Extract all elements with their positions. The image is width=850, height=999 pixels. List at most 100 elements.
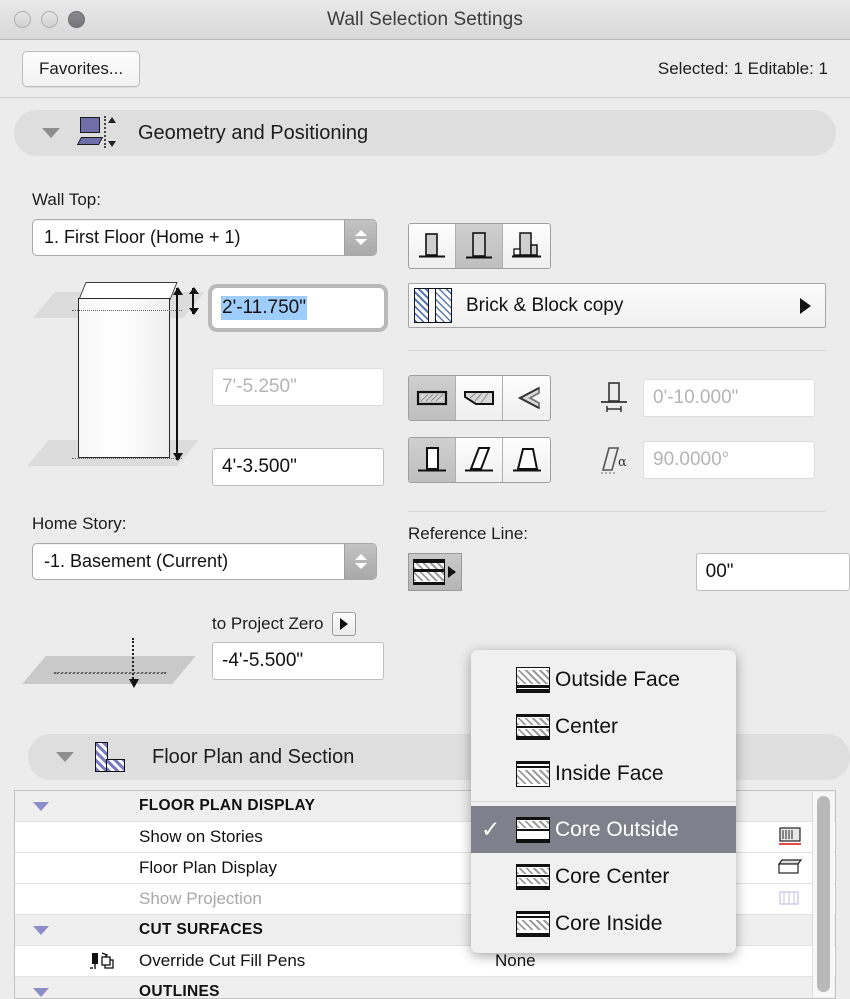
reference-line-offset-input[interactable]: 00" (695, 553, 850, 591)
table-group-row[interactable]: OUTLINES (15, 977, 835, 999)
slanted-wall-button[interactable] (456, 438, 503, 482)
reference-line-popup-arrow-icon[interactable] (448, 566, 457, 578)
cut-slanted-button[interactable] (456, 376, 503, 420)
wall-top-dropdown[interactable]: 1. First Floor (Home + 1) (32, 219, 377, 256)
menu-separator (471, 801, 736, 802)
reference-line-row: 00" (408, 553, 850, 591)
collapse-triangle-icon-2[interactable] (56, 752, 74, 762)
group-expand-icon[interactable] (33, 987, 49, 997)
core-outside-swatch-icon (516, 816, 550, 843)
wall-angle-input[interactable]: 90.0000° (643, 441, 815, 479)
menu-item-center[interactable]: Center (471, 703, 736, 750)
inside-face-swatch-icon (516, 760, 550, 787)
wall-thickness-input[interactable]: 0'-10.000" (643, 379, 815, 417)
geometry-section-header[interactable]: Geometry and Positioning (14, 110, 836, 156)
collapse-triangle-icon[interactable] (42, 128, 60, 138)
menu-item-label: Outside Face (555, 667, 680, 691)
menu-item-inside-face[interactable]: Inside Face (471, 750, 736, 797)
scrollbar-thumb[interactable] (817, 796, 830, 992)
pen-override-icon (67, 950, 139, 972)
polygon-wall-button[interactable] (503, 224, 550, 268)
zoom-button[interactable] (68, 11, 85, 28)
project-zero-value: -4'-5.500" (222, 650, 304, 671)
base-height-value: 4'-3.500" (222, 456, 297, 477)
window-controls (14, 11, 85, 28)
reference-line-group: Reference Line: 00" (408, 524, 850, 591)
menu-item-outside-face[interactable]: Outside Face (471, 656, 736, 703)
group-expand-icon[interactable] (33, 801, 49, 811)
geometry-left-column: Wall Top: 1. First Floor (Home + 1) 2'-1… (0, 190, 400, 702)
menu-item-core-outside[interactable]: ✓ Core Outside (471, 806, 736, 853)
favorites-button[interactable]: Favorites... (22, 50, 141, 87)
project-zero-label: to Project Zero (212, 614, 324, 633)
floor-plan-section-icon (92, 738, 130, 776)
composite-selector[interactable]: Brick & Block copy (408, 283, 826, 328)
window-title: Wall Selection Settings (327, 8, 523, 30)
straight-wall-button[interactable] (409, 224, 456, 268)
menu-items: Outside Face Center Inside Face ✓ Core Outsi… (471, 656, 736, 947)
reference-line-button[interactable] (408, 553, 462, 591)
menu-item-core-center[interactable]: Core Center (471, 853, 736, 900)
outside-face-swatch-icon (516, 666, 550, 693)
cut-plain-button[interactable] (409, 376, 456, 420)
minimize-button[interactable] (41, 11, 58, 28)
wall-height-group: 2'-11.750" 7'-5.250" 4'-3.500" (0, 270, 400, 510)
reference-line-label: Reference Line: (408, 524, 529, 543)
wall-angle-icon: α (593, 440, 635, 480)
table-scrollbar[interactable] (812, 792, 834, 997)
row-label: Override Cut Fill Pens (139, 951, 306, 970)
core-inside-swatch-icon (516, 910, 550, 937)
wall-type-button-group (408, 223, 551, 269)
row-label: CUT SURFACES (139, 921, 264, 938)
wall-selection-settings-window: Wall Selection Settings Favorites... Sel… (0, 0, 850, 999)
base-height-input[interactable]: 4'-3.500" (212, 448, 384, 486)
reference-line-popup-menu[interactable]: Outside Face Center Inside Face ✓ Core Outsi… (471, 650, 736, 953)
home-story-value: -1. Basement (Current) (44, 551, 229, 571)
row-expander[interactable] (15, 801, 67, 811)
floorplan-section-title: Floor Plan and Section (152, 745, 355, 768)
project-zero-group: -4'-5.500" (0, 638, 400, 702)
top-offset-input[interactable]: 2'-11.750" (208, 284, 388, 332)
group-expand-icon[interactable] (33, 925, 49, 935)
row-expander[interactable] (15, 925, 67, 935)
wall-preview-diagram (16, 270, 216, 485)
total-height-input[interactable]: 7'-5.250" (212, 368, 384, 406)
double-slanted-wall-button[interactable] (503, 438, 550, 482)
menu-item-label: Inside Face (555, 761, 664, 785)
project-zero-popup-button[interactable] (331, 612, 356, 636)
project-zero-diagram (12, 638, 207, 702)
reference-line-offset-value: 00" (705, 561, 734, 582)
title-bar: Wall Selection Settings (0, 0, 850, 40)
project-zero-row: to Project Zero (212, 612, 400, 636)
menu-item-label: Center (555, 714, 619, 738)
close-button[interactable] (14, 11, 31, 28)
geometry-section-title: Geometry and Positioning (138, 121, 369, 144)
trapezoid-wall-button[interactable] (456, 224, 503, 268)
total-height-value: 7'-5.250" (222, 376, 297, 397)
composite-name: Brick & Block copy (466, 294, 624, 316)
home-story-stepper[interactable] (344, 544, 376, 579)
home-story-dropdown[interactable]: -1. Basement (Current) (32, 543, 377, 580)
composite-popup-arrow-icon[interactable] (800, 297, 811, 314)
project-zero-input[interactable]: -4'-5.500" (212, 642, 384, 680)
home-story-label: Home Story: (32, 514, 127, 533)
menu-item-label: Core Center (555, 864, 670, 888)
core-center-swatch-icon (516, 863, 550, 890)
slant-button-group (408, 437, 551, 483)
row-value[interactable]: None (495, 951, 745, 971)
row-label: OUTLINES (139, 983, 220, 999)
cut-complex-button[interactable] (503, 376, 550, 420)
wall-top-stepper[interactable] (344, 220, 376, 255)
divider-2 (408, 511, 826, 512)
favorites-row: Favorites... Selected: 1 Editable: 1 (0, 40, 850, 98)
check-icon: ✓ (481, 816, 501, 842)
row-expander[interactable] (15, 987, 67, 997)
menu-item-core-inside[interactable]: Core Inside (471, 900, 736, 947)
geometry-positioning-icon (76, 113, 116, 152)
slant-row: α 90.0000° (408, 437, 850, 483)
vertical-wall-button[interactable] (409, 438, 456, 482)
geometry-right-column: Brick & Block copy 0'-10.000" α 90.0000°… (408, 190, 850, 591)
row-label: Show on Stories (139, 827, 263, 846)
wall-top-label: Wall Top: (32, 190, 101, 209)
selection-status: Selected: 1 Editable: 1 (657, 58, 828, 78)
